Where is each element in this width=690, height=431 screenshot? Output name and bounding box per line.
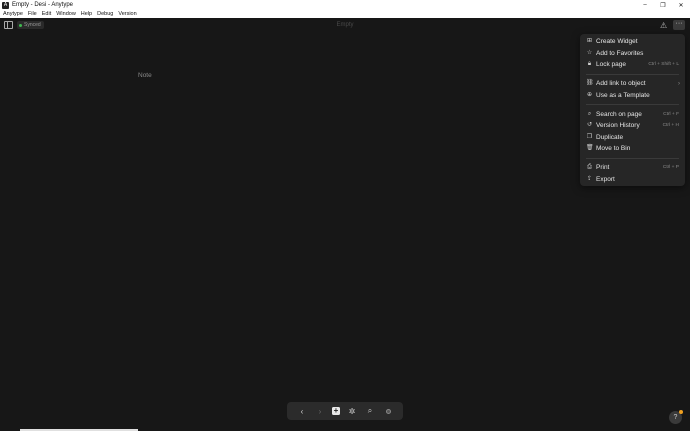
menu-file[interactable]: File — [28, 11, 37, 17]
window-title: Empty - Desi - Anytype — [12, 2, 74, 8]
bottom-navigation: ‹ › + ✲ ⌕ — [287, 402, 403, 420]
menu-help[interactable]: Help — [81, 11, 92, 17]
menu-item-add-to-favorites[interactable]: ☆ Add to Favorites — [580, 48, 685, 60]
menu-item-search-on-page[interactable]: ⌕ Search on page Ctrl + F — [580, 109, 685, 121]
create-object-icon[interactable]: + — [332, 407, 340, 415]
trash-icon: 🗑︎ — [586, 145, 594, 152]
print-icon: ⎙ — [587, 164, 592, 171]
template-icon: ⊕ — [586, 91, 593, 98]
menu-anytype[interactable]: Anytype — [3, 11, 23, 17]
menu-item-export[interactable]: ⇪ Export — [580, 174, 685, 186]
menu-item-label: Version History — [596, 122, 640, 130]
page-title: Empty — [336, 22, 354, 28]
history-icon: ↺ — [586, 122, 593, 129]
lock-icon: 🔒︎ — [587, 61, 592, 68]
window-titlebar: A Empty - Desi - Anytype – ❐ ✕ — [0, 0, 690, 10]
menu-debug[interactable]: Debug — [97, 11, 113, 17]
close-button[interactable]: ✕ — [672, 0, 690, 10]
menu-item-label: Print — [596, 164, 610, 172]
page-options-menu: ⊞ Create Widget ☆ Add to Favorites 🔒︎ Lo… — [580, 34, 685, 186]
search-icon[interactable]: ⌕ — [364, 405, 376, 417]
menu-divider — [586, 104, 679, 105]
duplicate-icon: ❐ — [586, 133, 593, 140]
shortcut-label: Ctrl + H — [662, 123, 679, 129]
menu-window[interactable]: Window — [56, 11, 76, 17]
shortcut-label: Ctrl + P — [662, 165, 679, 171]
menu-bar: Anytype File Edit Window Help Debug Vers… — [0, 10, 690, 18]
menu-version[interactable]: Version — [118, 11, 136, 17]
forward-arrow-icon[interactable]: › — [314, 405, 326, 417]
menu-item-label: Use as a Template — [596, 91, 650, 99]
help-button[interactable]: ? — [669, 410, 683, 424]
anytype-logo-icon: A — [2, 1, 9, 9]
menu-item-label: Create Widget — [596, 38, 638, 46]
link-icon: ⛓ — [586, 80, 594, 87]
shortcut-label: Ctrl + Shift + L — [648, 62, 679, 68]
menu-item-label: Search on page — [596, 110, 642, 118]
menu-item-label: Lock page — [596, 61, 626, 69]
help-label: ? — [673, 414, 678, 421]
notification-dot-icon — [679, 410, 683, 414]
graph-icon[interactable]: ✲ — [346, 405, 358, 417]
menu-item-lock-page[interactable]: 🔒︎ Lock page Ctrl + Shift + L — [580, 59, 685, 71]
menu-divider — [586, 73, 679, 75]
chevron-right-icon: › — [678, 80, 680, 87]
object-type-label[interactable]: Note — [138, 72, 152, 79]
menu-item-label: Move to Bin — [596, 145, 631, 153]
menu-item-label: Duplicate — [596, 133, 624, 141]
menu-item-use-as-template[interactable]: ⊕ Use as a Template — [580, 90, 685, 102]
menu-item-create-widget[interactable]: ⊞ Create Widget — [580, 36, 685, 48]
warning-icon[interactable]: ⚠ — [660, 21, 667, 30]
star-icon: ☆ — [586, 49, 593, 56]
widget-icon: ⊞ — [586, 38, 593, 45]
menu-item-print[interactable]: ⎙ Print Ctrl + P — [580, 162, 685, 174]
export-icon: ⇪ — [586, 175, 593, 182]
search-icon: ⌕ — [587, 110, 592, 117]
shortcut-label: Ctrl + F — [663, 111, 679, 117]
maximize-button[interactable]: ❐ — [654, 0, 672, 10]
menu-item-label: Export — [596, 175, 615, 183]
menu-edit[interactable]: Edit — [42, 11, 51, 17]
minimize-button[interactable]: – — [636, 0, 654, 10]
menu-item-add-link[interactable]: ⛓ Add link to object › — [580, 78, 685, 90]
page-header: Synced Empty ⚠ ··· — [0, 18, 690, 33]
menu-item-move-to-bin[interactable]: 🗑︎ Move to Bin — [580, 143, 685, 155]
menu-item-label: Add to Favorites — [596, 49, 644, 57]
menu-item-label: Add link to object — [596, 80, 646, 88]
back-arrow-icon[interactable]: ‹ — [296, 405, 308, 417]
menu-item-version-history[interactable]: ↺ Version History Ctrl + H — [580, 120, 685, 132]
space-record-icon[interactable] — [382, 405, 394, 417]
space-indicator-icon — [385, 408, 391, 414]
menu-item-duplicate[interactable]: ❐ Duplicate — [580, 132, 685, 144]
menu-divider — [586, 157, 679, 159]
more-options-button[interactable]: ··· — [673, 20, 685, 30]
